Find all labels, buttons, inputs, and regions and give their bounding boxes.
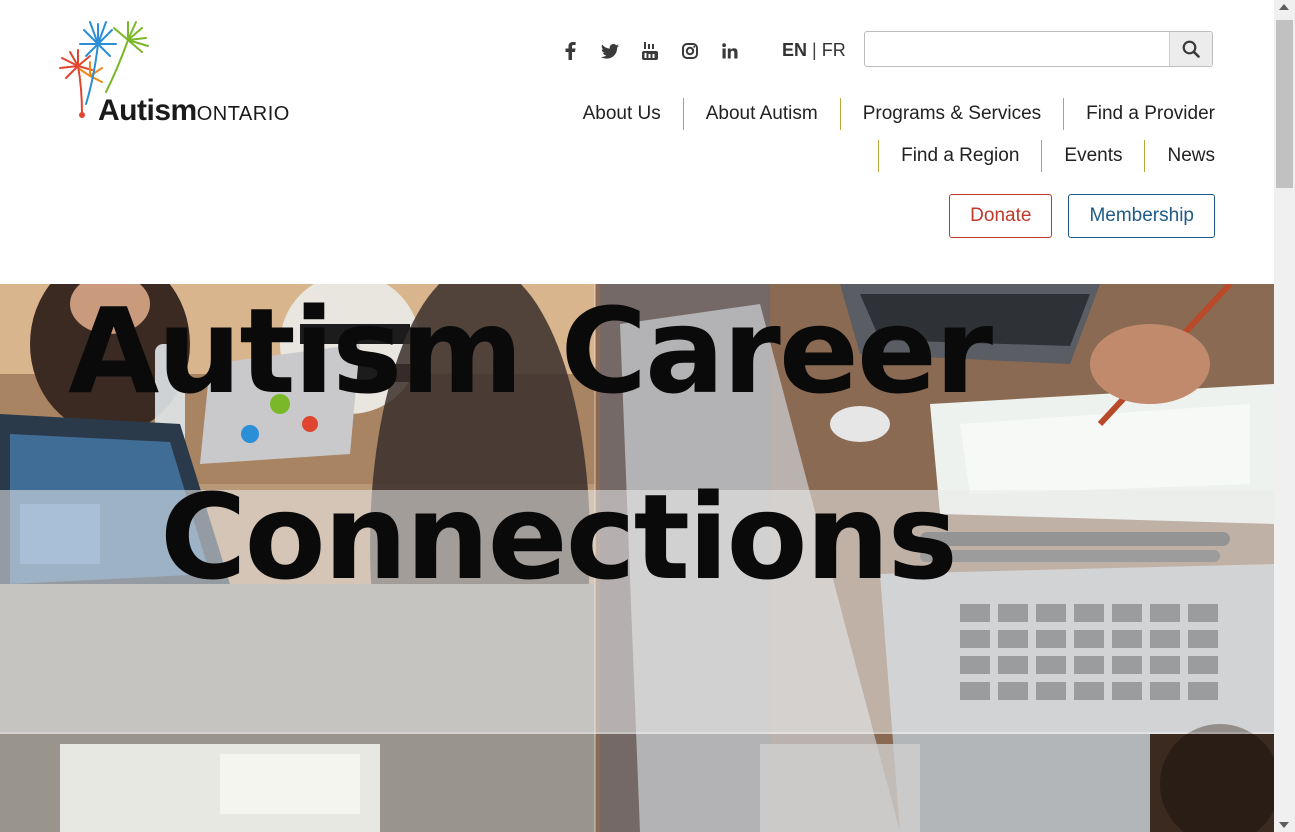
nav-programs-services[interactable]: Programs & Services xyxy=(839,98,1063,130)
search-button[interactable] xyxy=(1169,32,1212,66)
header-actions: Donate Membership xyxy=(949,194,1215,238)
nav-news[interactable]: News xyxy=(1144,140,1215,172)
twitter-icon[interactable] xyxy=(590,38,630,64)
donate-button[interactable]: Donate xyxy=(949,194,1053,238)
membership-button[interactable]: Membership xyxy=(1068,194,1215,238)
autism-ontario-logo[interactable]: AutismONTARIO xyxy=(56,18,316,130)
linkedin-icon[interactable] xyxy=(710,38,750,64)
scroll-down-arrow-icon[interactable] xyxy=(1279,822,1289,828)
nav-find-a-region[interactable]: Find a Region xyxy=(878,140,1041,172)
social-links xyxy=(550,38,750,64)
nav-events[interactable]: Events xyxy=(1041,140,1144,172)
hero-band-divider xyxy=(0,732,1274,734)
hero-title-line-1: Autism Career xyxy=(68,282,993,420)
search-input[interactable] xyxy=(865,32,1170,66)
logo-word-ontario: ONTARIO xyxy=(196,103,290,125)
search-icon xyxy=(1182,40,1200,58)
facebook-icon[interactable] xyxy=(550,38,590,64)
youtube-icon[interactable] xyxy=(630,38,670,64)
nav-find-a-provider[interactable]: Find a Provider xyxy=(1063,98,1215,130)
main-nav-row-2: Find a Region Events News xyxy=(878,140,1215,172)
main-nav-row-1: About Us About Autism Programs & Service… xyxy=(561,98,1215,130)
scroll-up-arrow-icon[interactable] xyxy=(1279,4,1289,10)
lang-separator: | xyxy=(812,40,817,60)
page-scrollbar[interactable] xyxy=(1274,0,1295,832)
search-box xyxy=(864,31,1213,67)
page: AutismONTARIO EN | FR About Us About Aut… xyxy=(0,0,1274,832)
hero-title-line-2: Connections xyxy=(160,468,958,606)
instagram-icon[interactable] xyxy=(670,38,710,64)
logo-wordmark: AutismONTARIO xyxy=(98,94,290,128)
nav-about-autism[interactable]: About Autism xyxy=(682,98,840,130)
nav-about-us[interactable]: About Us xyxy=(561,98,683,130)
logo-word-autism: Autism xyxy=(98,94,197,127)
scrollbar-thumb[interactable] xyxy=(1276,20,1293,188)
language-switcher: EN | FR xyxy=(782,40,846,61)
lang-fr-link[interactable]: FR xyxy=(822,40,846,60)
lang-en-link[interactable]: EN xyxy=(782,40,807,60)
